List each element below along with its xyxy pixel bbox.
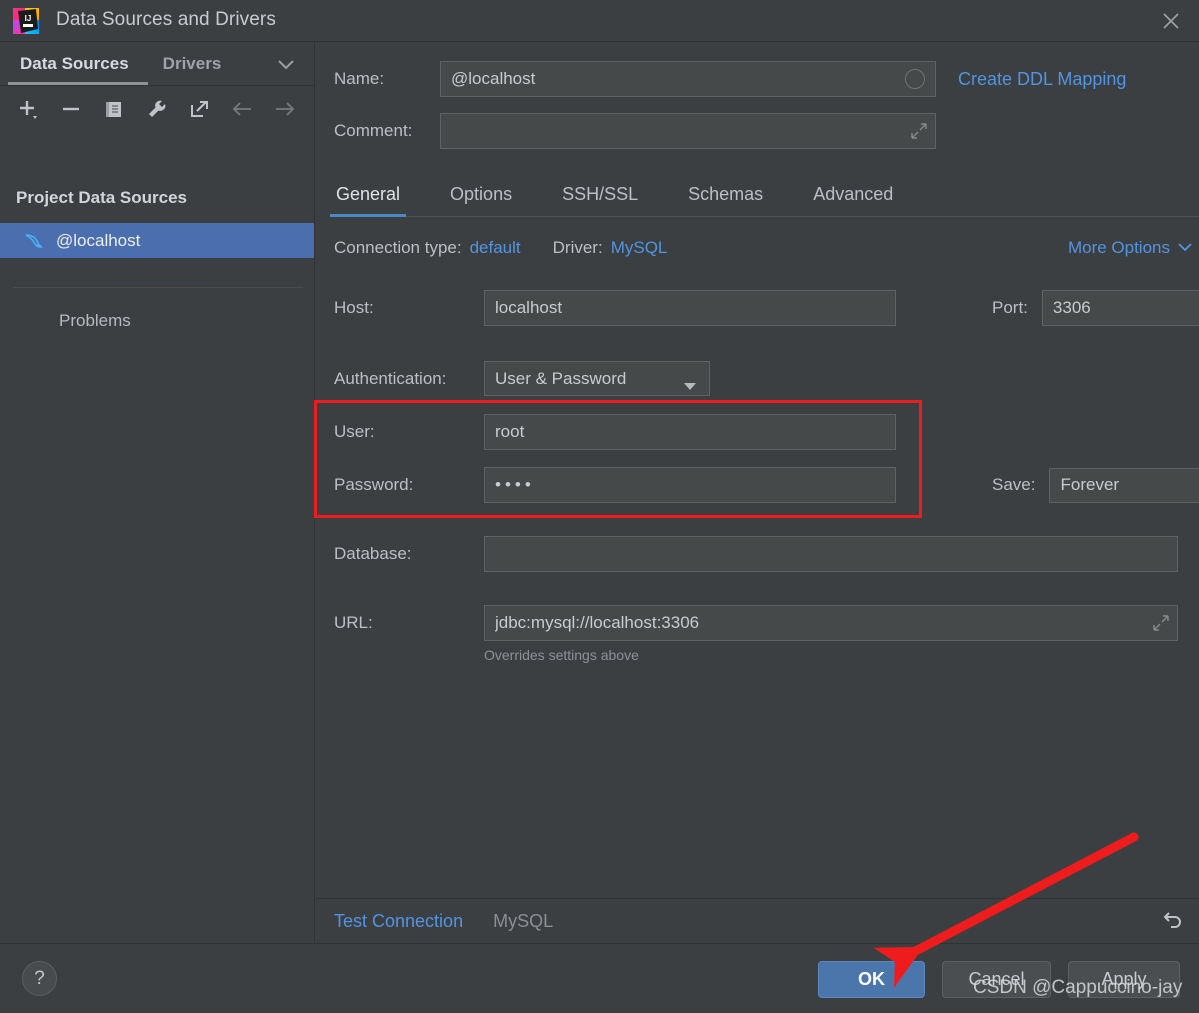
- ok-button[interactable]: OK: [818, 961, 925, 998]
- data-sources-and-drivers-dialog: IJ Data Sources and Drivers Data Sources…: [0, 0, 1199, 1013]
- help-button[interactable]: ?: [22, 961, 57, 996]
- password-input[interactable]: [484, 467, 896, 503]
- test-connection-link[interactable]: Test Connection: [334, 911, 463, 932]
- url-label: URL:: [334, 613, 373, 632]
- user-row: User:: [334, 414, 896, 450]
- password-row: Password: Save: Forever: [334, 467, 1199, 503]
- window-title: Data Sources and Drivers: [56, 9, 276, 30]
- comment-field-wrapper: [440, 113, 936, 149]
- url-input[interactable]: [484, 605, 1178, 641]
- url-row: URL:: [334, 605, 1178, 641]
- chevron-down-icon: [1177, 238, 1193, 258]
- save-label: Save:: [992, 475, 1036, 494]
- svg-text:IJ: IJ: [25, 14, 32, 23]
- intellij-idea-logo-icon: IJ: [12, 7, 40, 35]
- url-field-wrapper: [484, 605, 1178, 641]
- copy-icon[interactable]: [97, 92, 130, 126]
- sidebar-group-title: Project Data Sources: [16, 188, 188, 207]
- authentication-row: Authentication: User & Password: [334, 361, 710, 396]
- mysql-dolphin-icon: [23, 230, 45, 252]
- tab-general[interactable]: General: [329, 184, 407, 217]
- wrench-icon[interactable]: [140, 92, 173, 126]
- tab-options[interactable]: Options: [446, 184, 516, 216]
- save-dropdown[interactable]: Forever: [1049, 467, 1199, 503]
- database-label: Database:: [334, 544, 412, 563]
- sidebar-item-problems[interactable]: Problems: [59, 311, 131, 331]
- caret-down-icon: [683, 376, 697, 396]
- password-label: Password:: [334, 475, 414, 494]
- driver-label: Driver:: [552, 238, 603, 257]
- connection-type-value[interactable]: default: [470, 238, 521, 258]
- name-label: Name:: [334, 69, 385, 88]
- title-bar: IJ Data Sources and Drivers: [0, 0, 1199, 42]
- tab-drivers[interactable]: Drivers: [159, 42, 226, 86]
- detail-tabs: General Options SSH/SSL Schemas Advanced: [329, 173, 1199, 217]
- arrow-left-icon[interactable]: [226, 92, 259, 126]
- driver-status-label: MySQL: [493, 910, 554, 931]
- comment-row: Comment:: [334, 113, 936, 149]
- authentication-dropdown[interactable]: User & Password: [484, 361, 710, 396]
- driver-value[interactable]: MySQL: [611, 238, 668, 258]
- host-label: Host:: [334, 298, 374, 317]
- comment-label: Comment:: [334, 121, 413, 140]
- connection-type-row: Connection type: default Driver: MySQL: [334, 238, 667, 258]
- sidebar-toolbar: [0, 86, 315, 132]
- close-icon[interactable]: [1143, 0, 1199, 42]
- sidebar: Data Sources Drivers Project Data Source…: [0, 42, 315, 942]
- detail-panel: Name: Create DDL Mapping Comment: Gener: [314, 42, 1199, 900]
- url-hint-text: Overrides settings above: [484, 647, 639, 663]
- sidebar-item-label: @localhost: [56, 230, 141, 250]
- host-row: Host: Port:: [334, 290, 1199, 326]
- port-label: Port:: [992, 298, 1028, 317]
- sidebar-divider: [13, 287, 303, 288]
- comment-input[interactable]: [440, 113, 936, 149]
- tab-schemas[interactable]: Schemas: [684, 184, 767, 216]
- apply-button[interactable]: Apply: [1068, 961, 1180, 998]
- cancel-button[interactable]: Cancel: [942, 961, 1051, 998]
- sidebar-item-localhost[interactable]: @localhost: [0, 223, 314, 258]
- user-input[interactable]: [484, 414, 896, 450]
- authentication-value: User & Password: [495, 368, 627, 388]
- tab-data-sources[interactable]: Data Sources: [16, 42, 133, 86]
- connection-type-label: Connection type:: [334, 238, 462, 257]
- database-input[interactable]: [484, 536, 1178, 572]
- create-ddl-mapping-link[interactable]: Create DDL Mapping: [958, 69, 1126, 90]
- expand-icon[interactable]: [1152, 614, 1170, 637]
- circle-icon: [905, 69, 925, 89]
- more-options-button[interactable]: More Options: [1068, 238, 1193, 258]
- arrow-right-icon[interactable]: [268, 92, 301, 126]
- user-label: User:: [334, 422, 375, 441]
- database-row: Database:: [334, 536, 1178, 572]
- export-icon[interactable]: [183, 92, 216, 126]
- port-input[interactable]: [1041, 290, 1199, 326]
- chevron-down-icon[interactable]: [275, 55, 297, 78]
- save-value: Forever: [1060, 475, 1120, 494]
- minus-icon[interactable]: [55, 92, 88, 126]
- revert-icon[interactable]: [1159, 908, 1185, 939]
- name-input[interactable]: [440, 61, 936, 97]
- expand-icon[interactable]: [910, 122, 928, 145]
- name-field-wrapper: [440, 61, 936, 97]
- sidebar-tabs: Data Sources Drivers: [0, 42, 315, 86]
- name-row: Name: Create DDL Mapping: [334, 61, 1126, 97]
- tab-advanced[interactable]: Advanced: [809, 184, 897, 216]
- authentication-label: Authentication:: [334, 368, 447, 388]
- plus-icon[interactable]: [12, 92, 45, 126]
- host-input[interactable]: [484, 290, 896, 326]
- more-options-label: More Options: [1067, 238, 1170, 257]
- detail-footer: Test Connection MySQL: [316, 898, 1199, 943]
- tab-ssh-ssl[interactable]: SSH/SSL: [558, 184, 642, 216]
